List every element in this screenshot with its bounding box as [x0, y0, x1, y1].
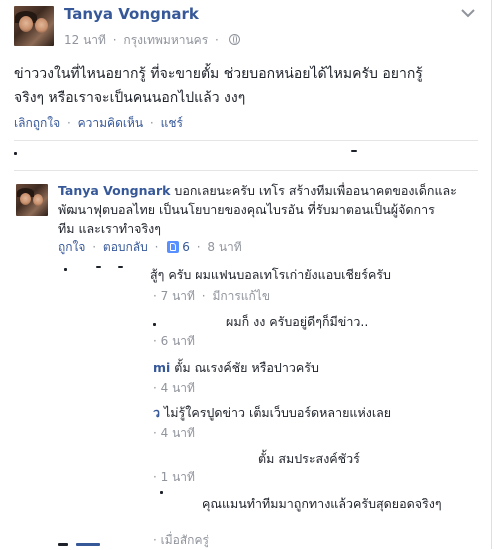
reply-time[interactable]: 6 นาที [161, 334, 195, 348]
reply-text: สู้ๆ ครับ ผมแฟนบอลเทโรเก่ายังแอบเชียร์คร… [150, 267, 391, 282]
reply-separator: · [201, 289, 206, 303]
reply-text-content: ตั้ม ณเรงค์ชัย หรือปาวครับ [174, 360, 319, 375]
reply-text: ว ไม่รู้ใครปูดข่าว เต็มเว็บบอร์ดหลายแห่ง… [153, 403, 391, 423]
action-separator: · [154, 240, 159, 254]
reply-text: mi ตั้ม ณเรงค์ชัย หรือปาวครับ [153, 358, 319, 378]
like-icon[interactable] [167, 241, 180, 253]
globe-icon[interactable] [228, 34, 240, 45]
comment-time[interactable]: 8 นาที [207, 240, 241, 254]
comment-text: บอกเลยนะครับ เทโร สร้างทีมเพื่ออนาคตของเ… [174, 183, 457, 198]
comment-actions: ถูกใจ · ตอบกลับ · 6 · 8 นาที [58, 238, 242, 257]
comment-reply-link[interactable]: ตอบกลับ [103, 240, 148, 254]
reply-meta: · 1 นาที [153, 468, 195, 487]
avatar-face [20, 193, 31, 205]
reply-meta: · 7 นาที · มีการแก้ไข [153, 287, 270, 306]
reply-author-fragment[interactable]: mi [153, 360, 170, 375]
action-separator: · [66, 116, 71, 130]
reply-time[interactable]: 7 นาที [161, 289, 195, 303]
action-separator: · [92, 240, 97, 254]
divider [14, 140, 478, 141]
text-fragment [58, 543, 68, 546]
text-fragment [351, 150, 357, 152]
text-fragment [118, 266, 123, 268]
reply-author-fragment[interactable]: ว [153, 405, 160, 420]
action-separator: · [196, 240, 201, 254]
share-link[interactable]: แชร์ [161, 116, 183, 130]
comment-text: ทีม และเราทำจริงๆ [58, 221, 162, 236]
comment-body: Tanya Vongnark บอกเลยนะครับ เทโร สร้างที… [58, 181, 478, 238]
reply-meta: · 4 นาที [153, 424, 195, 443]
avatar-face [35, 18, 48, 33]
post-time[interactable]: 12 นาที [64, 33, 106, 47]
post-location[interactable]: กรุงเทพมหานคร [123, 33, 208, 47]
reply-text-content: ไม่รู้ใครปูดข่าว เต็มเว็บบอร์ดหลายแห่งเล… [164, 405, 392, 420]
commenter-avatar[interactable] [16, 184, 48, 216]
reply-meta: · 6 นาที [153, 332, 195, 351]
reply-text: ผมก็ งง ครับอยู่ดีๆก็มีข่าว.. [226, 314, 369, 329]
divider [14, 170, 478, 171]
text-fragment [153, 323, 156, 326]
post-meta: 12 นาที · กรุงเทพมหานคร · [64, 31, 240, 50]
reply-text: ตั้ม สมประสงค์ชัวร์ [258, 451, 360, 466]
reply-time[interactable]: 4 นาที [161, 426, 195, 440]
post-card: Tanya Vongnark 12 นาที · กรุงเทพมหานคร ·… [0, 0, 492, 549]
comment-like-link[interactable]: ถูกใจ [58, 240, 85, 254]
comment-link[interactable]: ความคิดเห็น [78, 116, 143, 130]
avatar-face [19, 16, 33, 32]
post-actions: เลิกถูกใจ · ความคิดเห็น · แชร์ [14, 114, 183, 133]
post-text: ข่าววงในที่ไหนอยากรู้ ที่จะขายตั้ม ช่วยบ… [14, 62, 474, 110]
reply-time[interactable]: 4 นาที [161, 381, 195, 395]
post-author-name[interactable]: Tanya Vongnark [64, 5, 199, 23]
reply-separator: · [153, 426, 161, 440]
reply-time[interactable]: 1 นาที [161, 470, 195, 484]
post-text-line: ข่าววงในที่ไหนอยากรู้ ที่จะขายตั้ม ช่วยบ… [14, 66, 423, 82]
comment-author-name[interactable]: Tanya Vongnark [58, 183, 170, 198]
like-count[interactable]: 6 [182, 240, 190, 254]
reply-time[interactable]: เมื่อสักครู่ [161, 533, 209, 547]
reply-edited[interactable]: มีการแก้ไข [212, 289, 270, 303]
text-fragment [64, 268, 67, 271]
reply-separator: · [153, 470, 161, 484]
reply-separator: · [153, 381, 161, 395]
meta-separator: · [214, 33, 219, 47]
avatar-face [33, 194, 43, 206]
text-fragment [96, 266, 101, 268]
chevron-down-icon[interactable] [461, 8, 475, 18]
text-fragment [14, 152, 17, 155]
comment-text: พัฒนาฟุตบอลไทย เป็นนโยบายของคุณไบรอัน ที… [58, 202, 435, 217]
text-fragment [76, 543, 100, 546]
reply-separator: · [153, 334, 161, 348]
meta-separator: · [112, 33, 117, 47]
reply-separator: · [153, 289, 161, 303]
author-avatar[interactable] [14, 6, 54, 46]
reply-separator: · [153, 533, 161, 547]
reply-meta: · เมื่อสักครู่ [153, 531, 209, 550]
post-text-line: จริงๆ หรือเราจะเป็นคนนอกไปแล้ว งงๆ [14, 90, 246, 106]
reply-meta: · 4 นาที [153, 379, 195, 398]
unlike-link[interactable]: เลิกถูกใจ [14, 116, 60, 130]
reply-text: คุณแมนทำทีมมาถูกทางแล้วครับสุดยอดจริงๆ [202, 496, 442, 511]
action-separator: · [149, 116, 154, 130]
text-fragment [160, 491, 163, 494]
